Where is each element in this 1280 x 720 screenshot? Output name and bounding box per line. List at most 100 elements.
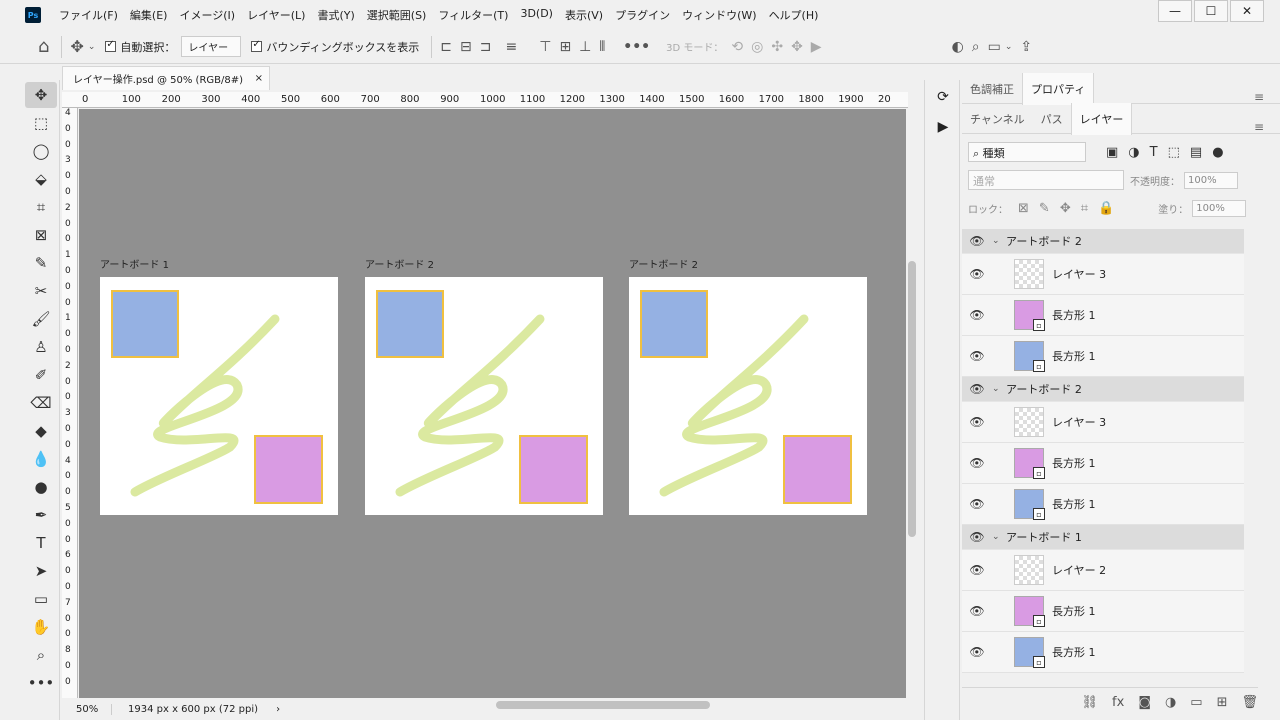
filter-toggle-icon[interactable]: ● <box>1212 145 1223 160</box>
menu-3d[interactable]: 3D(D) <box>514 7 559 23</box>
delete-layer-icon[interactable]: 🗑 <box>1241 695 1258 710</box>
layer-row[interactable]: 👁 ▫ 長方形 1 <box>962 443 1244 484</box>
3d-orbit-icon[interactable]: ⟲ <box>731 39 743 55</box>
layer-row[interactable]: 👁 レイヤー 2 <box>962 550 1244 591</box>
3d-roll-icon[interactable]: ◎ <box>751 39 763 55</box>
auto-select-target-dropdown[interactable]: レイヤー <box>181 36 242 57</box>
add-mask-icon[interactable]: ◙ <box>1138 695 1151 710</box>
lock-all-icon[interactable]: 🔒 <box>1098 201 1114 216</box>
chevron-down-icon[interactable]: ⌄ <box>1005 42 1013 52</box>
layer-row[interactable]: 👁 レイヤー 3 <box>962 402 1244 443</box>
menu-plugins[interactable]: プラグイン <box>609 7 676 23</box>
3d-camera-icon[interactable]: ▶ <box>811 39 822 55</box>
artboard-1[interactable] <box>100 277 338 515</box>
layer-row[interactable]: 👁 レイヤー 3 <box>962 254 1244 295</box>
layer-style-icon[interactable]: fx <box>1112 695 1124 710</box>
move-tool-icon[interactable]: ✥ <box>25 82 57 108</box>
chevron-down-icon[interactable]: ⌄ <box>992 532 1006 542</box>
image-filter-icon[interactable]: ▣ <box>1106 145 1118 160</box>
menu-type[interactable]: 書式(Y) <box>311 7 360 23</box>
menu-image[interactable]: イメージ(I) <box>173 7 241 23</box>
vertical-ruler[interactable]: 4 0 0 3 0 0 2 0 0 1 0 0 0 1 0 0 2 0 0 3 0 0 4 0 0 5 0 0 6 0 0 7 0 0 8 0 0 <box>62 108 78 698</box>
artboard-label[interactable]: アートボード 1 <box>100 256 169 271</box>
eye-icon[interactable]: 👁 <box>962 234 992 248</box>
eye-icon[interactable]: 👁 <box>962 349 992 363</box>
stamp-tool-icon[interactable]: ♙ <box>25 334 57 360</box>
menu-help[interactable]: ヘルプ(H) <box>763 7 825 23</box>
distribute-horizontal-icon[interactable]: ⫴ <box>599 39 605 55</box>
scroll-thumb[interactable] <box>496 701 710 709</box>
smart-object-filter-icon[interactable]: ▤ <box>1190 145 1202 160</box>
object-select-tool-icon[interactable]: ⬙ <box>25 166 57 192</box>
menu-view[interactable]: 表示(V) <box>559 7 609 23</box>
eye-icon[interactable]: 👁 <box>962 415 992 429</box>
layer-group-row[interactable]: 👁 ⌄ アートボード 2 <box>962 229 1244 254</box>
menu-select[interactable]: 選択範囲(S) <box>361 7 433 23</box>
pink-rectangle[interactable] <box>783 435 852 504</box>
eye-icon[interactable]: 👁 <box>962 308 992 322</box>
3d-slide-icon[interactable]: ✥ <box>791 39 803 55</box>
lock-brush-icon[interactable]: ✎ <box>1039 201 1050 216</box>
rectangle-tool-icon[interactable]: ▭ <box>25 586 57 612</box>
align-left-icon[interactable]: ⊏ <box>440 39 452 55</box>
more-options-button[interactable]: ••• <box>623 39 650 55</box>
layer-row[interactable]: 👁 ▫ 長方形 1 <box>962 591 1244 632</box>
layer-row[interactable]: 👁 ▫ 長方形 1 <box>962 484 1244 525</box>
eye-icon[interactable]: 👁 <box>962 267 992 281</box>
horizontal-ruler[interactable]: 0 100 200 300 400 500 600 700 800 900 1000 1100 1200… <box>62 92 908 108</box>
zoom-tool-icon[interactable]: ⌕ <box>25 642 57 668</box>
crop-tool-icon[interactable]: ⌗ <box>25 194 57 220</box>
share-icon[interactable]: ⇪ <box>1020 39 1032 55</box>
opacity-input[interactable]: 100% <box>1184 171 1238 189</box>
chevron-right-icon[interactable]: › <box>276 704 280 715</box>
pink-rectangle[interactable] <box>254 435 323 504</box>
layer-row[interactable]: 👁 ▫ 長方形 1 <box>962 336 1244 377</box>
horizontal-scrollbar[interactable] <box>290 698 906 712</box>
menu-edit[interactable]: 編集(E) <box>124 7 174 23</box>
actions-icon[interactable]: ▶ <box>929 114 957 140</box>
show-bounding-box-checkbox[interactable]: バウンディングボックスを表示 <box>251 39 419 55</box>
new-group-icon[interactable]: ▭ <box>1190 695 1202 710</box>
eye-icon[interactable]: 👁 <box>962 497 992 511</box>
search-icon[interactable]: ⌕ <box>972 39 980 55</box>
canvas-area[interactable]: アートボード 1 アートボード 2 アートボード 2 <box>79 109 906 698</box>
close-tab-icon[interactable]: × <box>255 73 263 84</box>
adjustment-layer-icon[interactable]: ◑ <box>1165 695 1176 710</box>
paint-bucket-tool-icon[interactable]: ◆ <box>25 418 57 444</box>
blend-mode-dropdown[interactable]: 通常 <box>968 170 1124 190</box>
menu-filter[interactable]: フィルター(T) <box>432 7 514 23</box>
workspace-icon[interactable]: ▭ <box>988 39 1001 55</box>
eye-icon[interactable]: 👁 <box>962 530 992 544</box>
chevron-down-icon[interactable]: ⌄ <box>992 236 1006 246</box>
pen-tool-icon[interactable]: ✒ <box>25 502 57 528</box>
path-select-tool-icon[interactable]: ➤ <box>25 558 57 584</box>
align-bottom-icon[interactable]: ⊥ <box>579 39 591 55</box>
blur-tool-icon[interactable]: 💧 <box>25 446 57 472</box>
eyedropper-tool-icon[interactable]: ✎ <box>25 250 57 276</box>
home-icon[interactable]: ⌂ <box>38 36 49 57</box>
artboard-label[interactable]: アートボード 2 <box>629 256 698 271</box>
tab-properties[interactable]: プロパティ <box>1022 72 1095 105</box>
move-tool-icon[interactable]: ✥ <box>70 37 83 56</box>
zoom-level[interactable]: 50% <box>62 703 112 715</box>
panel-menu-icon[interactable]: ≡ <box>1246 112 1272 142</box>
close-button[interactable]: ✕ <box>1230 0 1264 22</box>
lock-position-icon[interactable]: ✥ <box>1060 201 1071 216</box>
tab-layers[interactable]: レイヤー <box>1070 102 1133 135</box>
tab-adjustments[interactable]: 色調補正 <box>962 73 1022 105</box>
frame-tool-icon[interactable]: ⊠ <box>25 222 57 248</box>
dodge-tool-icon[interactable]: ● <box>25 474 57 500</box>
shape-filter-icon[interactable]: ⬚ <box>1168 145 1180 160</box>
fill-input[interactable]: 100% <box>1192 199 1247 217</box>
layer-group-row[interactable]: 👁 ⌄ アートボード 2 <box>962 377 1244 402</box>
minimize-button[interactable]: — <box>1158 0 1192 22</box>
new-layer-icon[interactable]: ⊞ <box>1217 695 1228 710</box>
layer-group-row[interactable]: 👁 ⌄ アートボード 1 <box>962 525 1244 550</box>
auto-select-checkbox[interactable]: 自動選択： <box>105 39 175 55</box>
eraser-tool-icon[interactable]: ⌫ <box>25 390 57 416</box>
artboard-3[interactable] <box>629 277 867 515</box>
history-icon[interactable]: ⟳ <box>929 84 957 110</box>
eye-icon[interactable]: 👁 <box>962 604 992 618</box>
scroll-thumb[interactable] <box>908 261 916 537</box>
lock-artboard-icon[interactable]: ⌗ <box>1081 201 1088 216</box>
